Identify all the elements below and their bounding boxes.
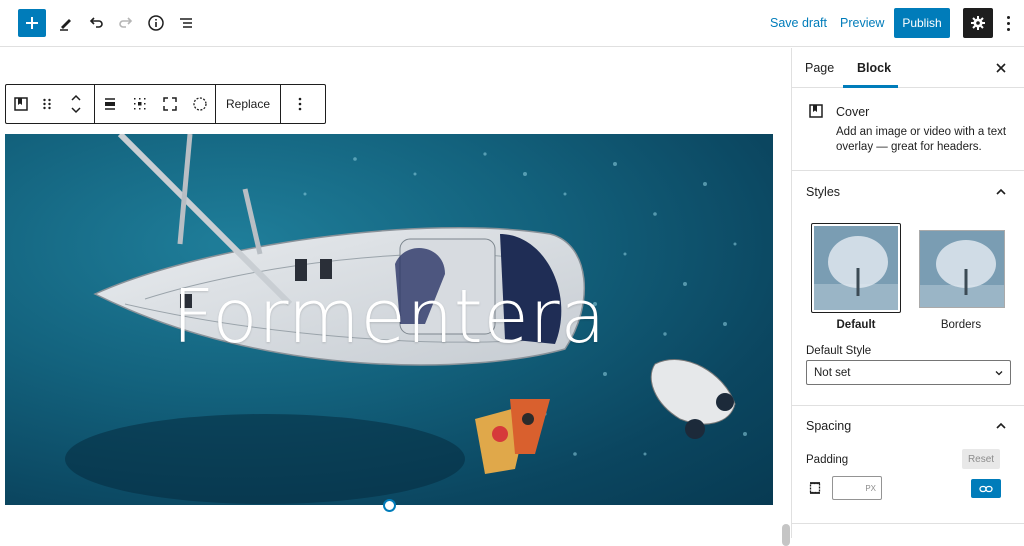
style-option-borders[interactable]: Borders — [916, 223, 1006, 331]
info-icon — [148, 15, 164, 31]
default-style-label: Default Style — [806, 345, 872, 357]
padding-reset-button[interactable]: Reset — [962, 449, 1000, 469]
drag-handle-icon — [43, 98, 51, 110]
save-draft-label: Save draft — [770, 16, 827, 30]
box-sides-icon — [809, 482, 821, 494]
list-view-button[interactable] — [172, 9, 200, 37]
tab-block-label: Block — [857, 61, 892, 75]
details-button[interactable] — [142, 9, 170, 37]
more-options-icon — [298, 97, 302, 111]
block-toolbar-group-more — [281, 85, 319, 123]
spacing-panel-title: Spacing — [806, 419, 852, 433]
cover-title[interactable]: Formentera — [5, 274, 773, 360]
padding-label: Padding — [806, 454, 849, 466]
default-style-select[interactable]: Not set — [806, 360, 1011, 385]
undo-button[interactable] — [82, 9, 110, 37]
align-button[interactable] — [95, 85, 125, 123]
duotone-button[interactable] — [185, 85, 215, 123]
tab-block[interactable]: Block — [857, 48, 891, 88]
position-icon — [134, 98, 146, 110]
fullheight-icon — [163, 97, 177, 111]
block-toolbar-group-switcher — [6, 85, 95, 123]
redo-icon — [119, 17, 133, 28]
options-menu-button[interactable] — [1003, 12, 1013, 34]
replace-label: Replace — [226, 97, 271, 111]
publish-button[interactable]: Publish — [894, 8, 950, 38]
cover-block-icon — [14, 97, 28, 111]
publish-label: Publish — [902, 16, 942, 30]
padding-input[interactable]: PX — [832, 476, 882, 500]
undo-icon — [89, 17, 103, 28]
save-draft-button[interactable]: Save draft — [768, 8, 829, 38]
link-icon — [979, 485, 993, 492]
block-type-button[interactable] — [6, 85, 36, 123]
chevron-down-icon — [995, 371, 1003, 376]
styles-panel-title: Styles — [806, 185, 841, 199]
plus-icon — [26, 17, 38, 29]
kebab-icon — [1006, 15, 1010, 19]
spacing-panel-toggle[interactable]: Spacing — [792, 406, 1024, 446]
settings-button[interactable] — [963, 8, 993, 38]
preview-button[interactable]: Preview — [838, 8, 886, 38]
cover-resize-handle[interactable] — [383, 499, 396, 512]
redo-button[interactable] — [112, 9, 140, 37]
full-height-button[interactable] — [155, 85, 185, 123]
padding-unit: PX — [865, 483, 876, 493]
link-sides-toggle[interactable] — [971, 479, 1001, 498]
move-up-down-icon — [71, 94, 81, 114]
block-toolbar-group-replace: Replace — [216, 85, 282, 123]
active-tab-indicator — [843, 85, 898, 88]
move-up-down-button[interactable] — [58, 85, 94, 123]
tab-page[interactable]: Page — [805, 48, 834, 88]
block-toolbar: Replace — [5, 84, 326, 124]
style-option-borders-label: Borders — [940, 319, 982, 331]
drag-handle[interactable] — [36, 85, 58, 123]
editor-canvas: Replace Formentera — [0, 48, 790, 546]
padding-reset-label: Reset — [967, 453, 995, 465]
block-card: Cover Add an image or video with a text … — [792, 89, 1024, 171]
close-icon — [996, 63, 1006, 73]
content-position-button[interactable] — [125, 85, 155, 123]
tab-page-label: Page — [805, 61, 835, 75]
block-toolbar-group-layout — [95, 85, 216, 123]
close-sidebar-button[interactable] — [993, 60, 1009, 76]
circle-icon — [193, 97, 207, 111]
gear-icon — [971, 16, 985, 30]
default-style-value: Not set — [814, 366, 851, 379]
canvas-scrollbar[interactable] — [782, 524, 790, 546]
pencil-icon — [60, 19, 71, 31]
chevron-up-icon — [996, 422, 1006, 429]
preview-label: Preview — [840, 16, 885, 30]
block-more-options-button[interactable] — [281, 85, 319, 123]
style-option-default[interactable]: Default — [811, 223, 901, 331]
style-preview-borders — [919, 230, 1005, 308]
sidebar-tabs: Page Block — [792, 48, 1024, 88]
editor-topbar: Save draft Preview Publish — [0, 0, 1024, 47]
panel-divider — [792, 523, 1024, 524]
settings-sidebar: Page Block Cover Add an image or video w… — [791, 48, 1024, 538]
style-option-default-label: Default — [836, 319, 876, 331]
tools-button[interactable] — [52, 9, 80, 37]
replace-button[interactable]: Replace — [216, 85, 280, 123]
cover-block[interactable]: Formentera — [5, 134, 773, 505]
styles-panel-toggle[interactable]: Styles — [792, 172, 1024, 212]
add-block-button[interactable] — [18, 9, 46, 37]
cover-block-icon — [809, 104, 823, 118]
chevron-up-icon — [996, 188, 1006, 195]
style-preview-default — [814, 226, 898, 310]
list-view-icon — [180, 18, 192, 28]
block-card-title: Cover — [836, 105, 870, 119]
block-card-description: Add an image or video with a text overla… — [836, 126, 1007, 153]
align-icon — [105, 98, 115, 110]
